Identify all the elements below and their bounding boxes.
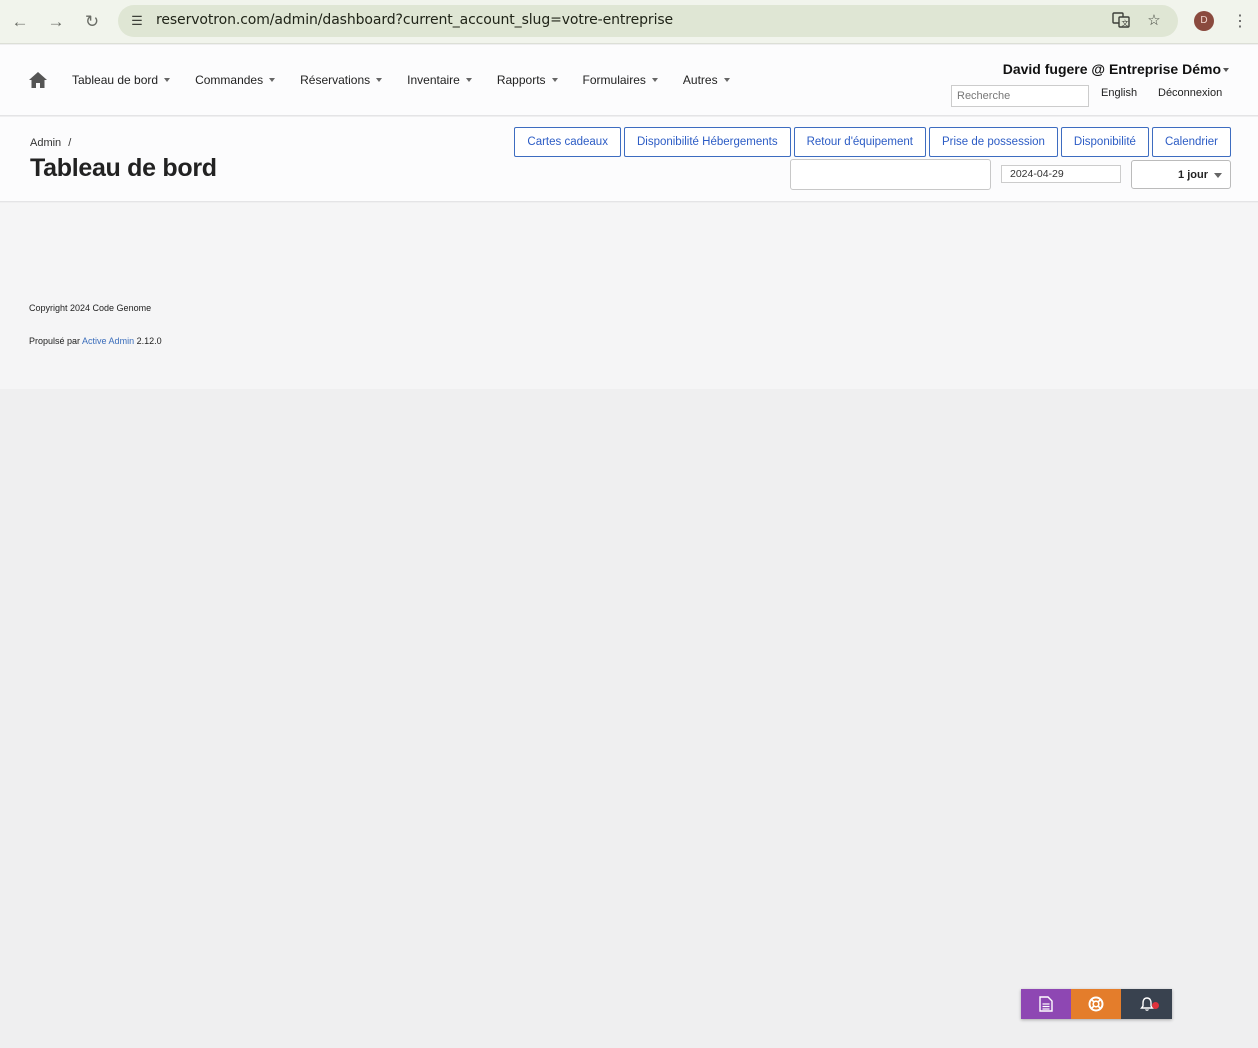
menu-tableau-de-bord[interactable]: Tableau de bord: [72, 73, 171, 87]
menu-label: Commandes: [195, 73, 264, 87]
url-text[interactable]: reservotron.com/admin/dashboard?current_…: [156, 12, 673, 28]
breadcrumb-admin-link[interactable]: Admin: [30, 137, 61, 149]
period-select[interactable]: 1 jour: [1131, 160, 1231, 189]
floating-widget: [1021, 989, 1172, 1019]
document-icon: [1039, 996, 1053, 1012]
reload-icon[interactable]: ↻: [80, 10, 104, 34]
lifebuoy-icon: [1088, 996, 1104, 1012]
address-bar[interactable]: ☰ reservotron.com/admin/dashboard?curren…: [118, 5, 1178, 37]
date-input[interactable]: [1001, 165, 1121, 183]
action-buttons: Cartes cadeaux Disponibilité Hébergement…: [511, 127, 1231, 157]
calendar-button[interactable]: Calendrier: [1151, 127, 1231, 157]
active-admin-link[interactable]: Active Admin: [82, 336, 134, 346]
title-bar: Admin / Tableau de bord Cartes cadeaux D…: [0, 117, 1258, 202]
more-menu-icon[interactable]: ⋮: [1232, 10, 1248, 34]
profile-avatar[interactable]: D: [1194, 11, 1214, 31]
main-content: Copyright 2024 Code Genome Propulsé par …: [0, 203, 1258, 389]
user-account-menu[interactable]: David fugere @ Entreprise Démo: [1003, 61, 1229, 77]
menu-label: Réservations: [300, 73, 371, 87]
forward-arrow-icon[interactable]: →: [44, 10, 68, 34]
caret-down-icon: [1214, 173, 1222, 178]
translate-icon[interactable]: 文: [1111, 11, 1131, 31]
menu-label: Autres: [682, 73, 718, 87]
availability-button[interactable]: Disponibilité: [1060, 127, 1149, 157]
breadcrumb-separator: /: [68, 137, 72, 149]
browser-toolbar: ← → ↻ ☰ reservotron.com/admin/dashboard?…: [0, 0, 1258, 44]
back-arrow-icon[interactable]: ←: [8, 10, 32, 34]
menu-label: Formulaires: [582, 73, 646, 87]
copyright-text: Copyright 2024 Code Genome: [29, 303, 152, 313]
menu-label: Rapports: [496, 73, 546, 87]
caret-down-icon: [651, 78, 658, 82]
page-title: Tableau de bord: [30, 154, 217, 182]
notifications-button[interactable]: [1121, 989, 1172, 1019]
gift-cards-button[interactable]: Cartes cadeaux: [514, 127, 621, 157]
powered-prefix: Propulsé par: [29, 336, 81, 346]
help-button[interactable]: [1071, 989, 1121, 1019]
caret-down-icon: [551, 78, 558, 82]
pickup-button[interactable]: Prise de possession: [929, 127, 1058, 157]
breadcrumb: Admin /: [30, 137, 71, 149]
user-name: David fugere @ Entreprise Démo: [1002, 61, 1221, 77]
search-input[interactable]: [951, 85, 1089, 107]
menu-autres[interactable]: Autres: [683, 73, 730, 87]
filter-select-empty[interactable]: [790, 159, 991, 190]
menu-formulaires[interactable]: Formulaires: [583, 73, 658, 87]
caret-down-icon: [1223, 68, 1229, 73]
notification-dot: [1152, 1002, 1159, 1009]
menu-inventaire[interactable]: Inventaire: [407, 73, 472, 87]
menu-label: Inventaire: [407, 73, 460, 87]
caret-down-icon: [723, 78, 730, 82]
caret-down-icon: [376, 78, 383, 82]
lodging-availability-button[interactable]: Disponibilité Hébergements: [623, 127, 791, 157]
equipment-return-button[interactable]: Retour d'équipement: [793, 127, 926, 157]
main-menu: Tableau de bord Commandes Réservations I…: [72, 73, 755, 87]
caret-down-icon: [465, 78, 472, 82]
menu-label: Tableau de bord: [72, 73, 159, 87]
document-button[interactable]: [1021, 989, 1071, 1019]
caret-down-icon: [269, 78, 276, 82]
menu-commandes[interactable]: Commandes: [195, 73, 276, 87]
menu-rapports[interactable]: Rapports: [497, 73, 558, 87]
bookmark-star-icon[interactable]: ☆: [1144, 11, 1164, 31]
logout-link[interactable]: Déconnexion: [1158, 87, 1222, 99]
site-settings-icon[interactable]: ☰: [128, 12, 146, 30]
powered-version: 2.12.0: [136, 336, 162, 346]
period-select-value: 1 jour: [1178, 169, 1208, 181]
app-header: Tableau de bord Commandes Réservations I…: [0, 45, 1258, 116]
caret-down-icon: [164, 78, 171, 82]
menu-reservations[interactable]: Réservations: [300, 73, 383, 87]
powered-by: Propulsé par Active Admin 2.12.0: [29, 336, 162, 346]
home-icon[interactable]: [28, 71, 48, 89]
svg-text:文: 文: [1122, 19, 1129, 28]
language-link[interactable]: English: [1101, 87, 1137, 99]
